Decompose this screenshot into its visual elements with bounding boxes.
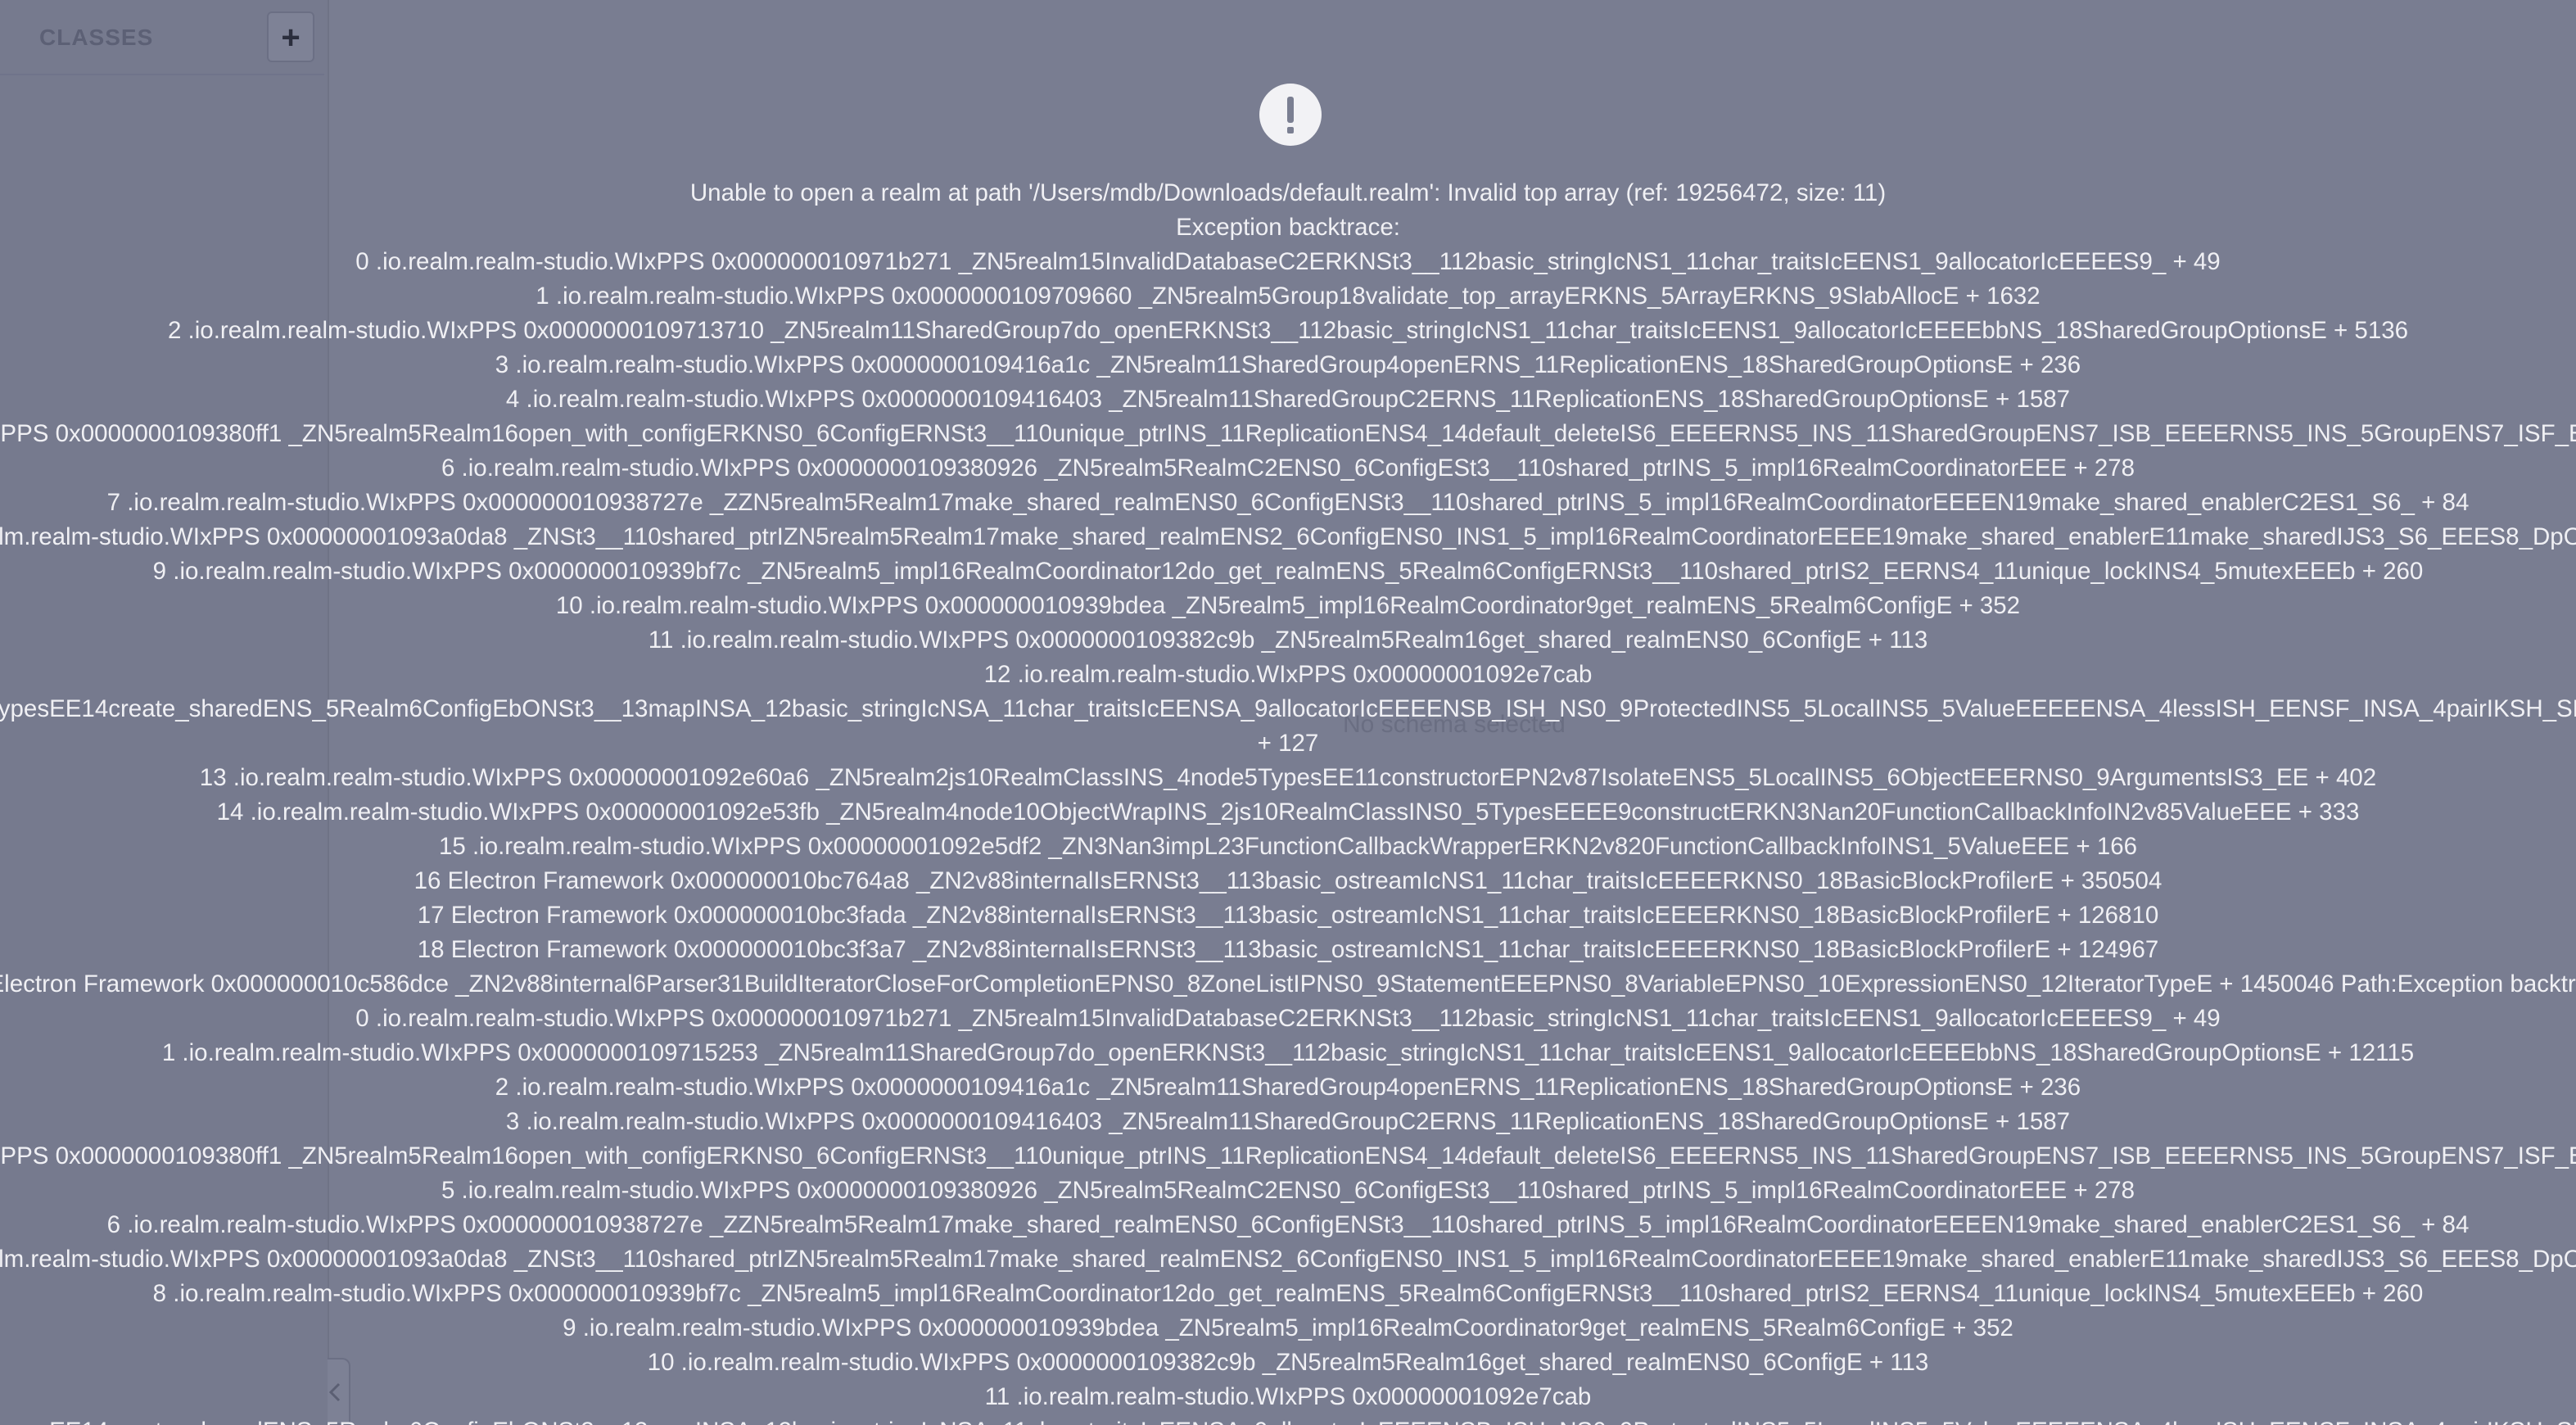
error-message-text: 14 .io.realm.realm-studio.WIxPPS 0x00000…	[216, 798, 2360, 826]
error-message-line: 17 Electron Framework 0x000000010bc3fada…	[0, 898, 2576, 933]
error-message-text: _ZN5realm2js10RealmClassINS_4node5TypesE…	[0, 1414, 2576, 1425]
error-message-line: 2 .io.realm.realm-studio.WIxPPS 0x000000…	[0, 1070, 2576, 1105]
error-message-text: 3 .io.realm.realm-studio.WIxPPS 0x000000…	[495, 351, 2081, 378]
error-message-line: _ZN5realm2js10RealmClassINS_4node5TypesE…	[0, 692, 2576, 726]
error-message-line: Exception backtrace:	[0, 210, 2576, 245]
error-message-line: 4 .io.realm.realm-studio.WIxPPS 0x000000…	[0, 382, 2576, 417]
error-message-line: 13 .io.realm.realm-studio.WIxPPS 0x00000…	[0, 761, 2576, 795]
error-message-text: 10 .io.realm.realm-studio.WIxPPS 0x00000…	[555, 592, 2021, 619]
error-message-text: 3 .io.realm.realm-studio.WIxPPS 0x000000…	[505, 1108, 2071, 1135]
error-message-text: 1 .io.realm.realm-studio.WIxPPS 0x000000…	[536, 283, 2040, 310]
sidebar-title: CLASSES	[39, 25, 154, 50]
error-message-line: 7 .io.realm.realm-studio.WIxPPS 0x000000…	[0, 1242, 2576, 1277]
error-message-line: 8 .io.realm.realm-studio.WIxPPS 0x000000…	[0, 1277, 2576, 1311]
error-message-line: 10 .io.realm.realm-studio.WIxPPS 0x00000…	[0, 1346, 2576, 1380]
error-message-text: 12 .io.realm.realm-studio.WIxPPS 0x00000…	[983, 661, 1593, 688]
error-message-line: 2 .io.realm.realm-studio.WIxPPS 0x000000…	[0, 314, 2576, 348]
error-message-line: + 127	[0, 726, 2576, 761]
error-message-text: 7 .io.realm.realm-studio.WIxPPS 0x000000…	[0, 1246, 2576, 1273]
error-message-text: 8 .io.realm.realm-studio.WIxPPS 0x000000…	[152, 1280, 2424, 1307]
error-message-line: 5 .io.realm.realm-studio.WIxPPS 0x000000…	[0, 417, 2576, 451]
error-message-text: 9 .io.realm.realm-studio.WIxPPS 0x000000…	[152, 558, 2424, 585]
error-message-text: 5 .io.realm.realm-studio.WIxPPS 0x000000…	[0, 420, 2576, 447]
error-message-line: 0 .io.realm.realm-studio.WIxPPS 0x000000…	[0, 1002, 2576, 1036]
error-message-text: 4 .io.realm.realm-studio.WIxPPS 0x000000…	[505, 386, 2071, 413]
error-message-text: 9 .io.realm.realm-studio.WIxPPS 0x000000…	[563, 1314, 2013, 1341]
error-message-line: _ZN5realm2js10RealmClassINS_4node5TypesE…	[0, 1414, 2576, 1425]
error-message-text: 0 .io.realm.realm-studio.WIxPPS 0x000000…	[355, 1005, 2221, 1032]
error-message-line: 18 Electron Framework 0x000000010bc3f3a7…	[0, 933, 2576, 967]
error-message-line: 9 .io.realm.realm-studio.WIxPPS 0x000000…	[0, 554, 2576, 589]
error-message-text: 15 .io.realm.realm-studio.WIxPPS 0x00000…	[438, 833, 2138, 860]
error-message-text: 10 .io.realm.realm-studio.WIxPPS 0x00000…	[647, 1349, 1929, 1376]
error-message-line: 15 .io.realm.realm-studio.WIxPPS 0x00000…	[0, 830, 2576, 864]
error-message-line: 11 .io.realm.realm-studio.WIxPPS 0x00000…	[0, 623, 2576, 658]
error-message-line: 6 .io.realm.realm-studio.WIxPPS 0x000000…	[0, 1208, 2576, 1242]
error-message-text: 8 .io.realm.realm-studio.WIxPPS 0x000000…	[0, 523, 2576, 550]
error-message-line: 8 .io.realm.realm-studio.WIxPPS 0x000000…	[0, 520, 2576, 554]
error-message-text: 11 .io.realm.realm-studio.WIxPPS 0x00000…	[648, 627, 1928, 654]
error-message-line: 7 .io.realm.realm-studio.WIxPPS 0x000000…	[0, 486, 2576, 520]
error-message-text: 6 .io.realm.realm-studio.WIxPPS 0x000000…	[441, 455, 2135, 482]
error-message-line: Unable to open a realm at path '/Users/m…	[0, 176, 2576, 210]
error-message-line: 4 .io.realm.realm-studio.WIxPPS 0x000000…	[0, 1139, 2576, 1174]
error-message-line: 12 .io.realm.realm-studio.WIxPPS 0x00000…	[0, 658, 2576, 692]
error-message-text: 1 .io.realm.realm-studio.WIxPPS 0x000000…	[161, 1039, 2415, 1066]
error-message: Unable to open a realm at path '/Users/m…	[0, 176, 2576, 1425]
exclamation-icon	[1259, 84, 1322, 146]
error-message-line: 14 .io.realm.realm-studio.WIxPPS 0x00000…	[0, 795, 2576, 830]
error-message-text: 6 .io.realm.realm-studio.WIxPPS 0x000000…	[106, 1211, 2470, 1238]
error-message-text: 5 .io.realm.realm-studio.WIxPPS 0x000000…	[441, 1177, 2135, 1204]
error-message-text: 7 .io.realm.realm-studio.WIxPPS 0x000000…	[106, 489, 2470, 516]
add-class-button[interactable]: +	[267, 11, 314, 62]
error-message-line: 16 Electron Framework 0x000000010bc764a8…	[0, 864, 2576, 898]
error-message-line: 10 .io.realm.realm-studio.WIxPPS 0x00000…	[0, 589, 2576, 623]
error-message-line: 0 .io.realm.realm-studio.WIxPPS 0x000000…	[0, 245, 2576, 279]
error-message-text: 13 .io.realm.realm-studio.WIxPPS 0x00000…	[199, 764, 2377, 791]
error-message-text: Exception backtrace:	[1176, 214, 1400, 241]
error-message-text: 2 .io.realm.realm-studio.WIxPPS 0x000000…	[495, 1074, 2081, 1101]
app-window: CLASSES + No schema selected Unable to o…	[0, 0, 2576, 1425]
error-message-line: 9 .io.realm.realm-studio.WIxPPS 0x000000…	[0, 1311, 2576, 1346]
error-message-line: 6 .io.realm.realm-studio.WIxPPS 0x000000…	[0, 451, 2576, 486]
error-message-text: 11 .io.realm.realm-studio.WIxPPS 0x00000…	[984, 1383, 1592, 1410]
error-message-text: 18 Electron Framework 0x000000010bc3f3a7…	[417, 936, 2159, 963]
error-message-text: 4 .io.realm.realm-studio.WIxPPS 0x000000…	[0, 1142, 2576, 1169]
error-message-text: Unable to open a realm at path '/Users/m…	[689, 179, 1887, 206]
error-message-text: 2 .io.realm.realm-studio.WIxPPS 0x000000…	[167, 317, 2409, 344]
error-message-text: 19 Electron Framework 0x000000010c586dce…	[0, 970, 2576, 998]
sidebar-header: CLASSES +	[0, 0, 324, 75]
error-message-line: 19 Electron Framework 0x000000010c586dce…	[0, 967, 2576, 1002]
error-message-text: _ZN5realm2js10RealmClassINS_4node5TypesE…	[0, 695, 2576, 722]
error-message-text: 0 .io.realm.realm-studio.WIxPPS 0x000000…	[355, 248, 2221, 275]
error-message-text: + 127	[1257, 730, 1319, 757]
error-message-line: 11 .io.realm.realm-studio.WIxPPS 0x00000…	[0, 1380, 2576, 1414]
error-message-line: 3 .io.realm.realm-studio.WIxPPS 0x000000…	[0, 1105, 2576, 1139]
error-message-text: 16 Electron Framework 0x000000010bc764a8…	[414, 867, 2162, 894]
error-message-line: 1 .io.realm.realm-studio.WIxPPS 0x000000…	[0, 279, 2576, 314]
error-message-line: 3 .io.realm.realm-studio.WIxPPS 0x000000…	[0, 348, 2576, 382]
error-message-text: 17 Electron Framework 0x000000010bc3fada…	[417, 902, 2159, 929]
error-message-line: 5 .io.realm.realm-studio.WIxPPS 0x000000…	[0, 1174, 2576, 1208]
error-message-line: 1 .io.realm.realm-studio.WIxPPS 0x000000…	[0, 1036, 2576, 1070]
